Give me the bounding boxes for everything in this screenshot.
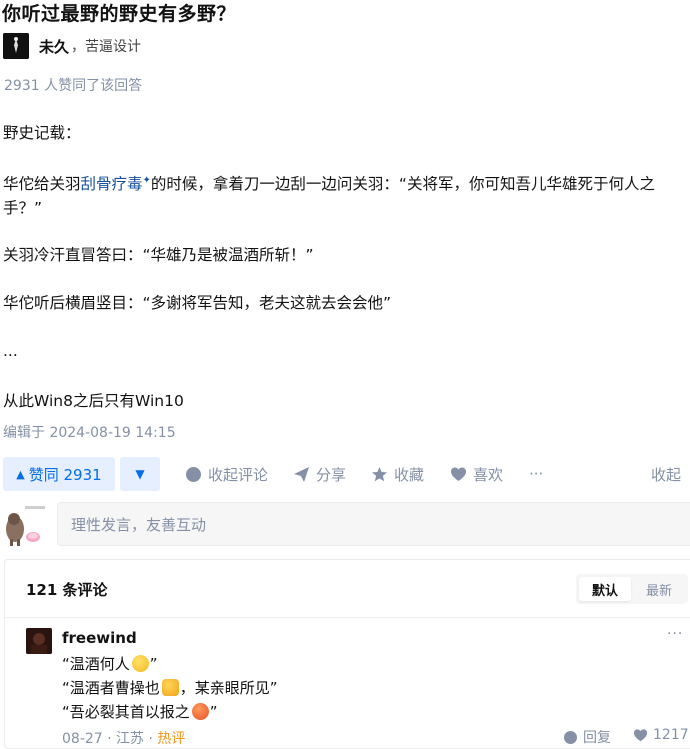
share-label: 分享 [316, 465, 347, 484]
comment-location: 江苏 [116, 731, 145, 747]
collapse-answer-button[interactable]: 收起 [651, 457, 681, 491]
comment-line-text: “温酒何人 [62, 655, 130, 673]
divider [5, 617, 690, 618]
hot-comment-badge: 热评 [157, 731, 186, 747]
downvote-arrow-icon: ▼ [135, 467, 145, 481]
more-actions-button[interactable]: ··· [529, 457, 543, 491]
question-title[interactable]: 你听过最野的野史有多野？ [2, 0, 236, 26]
comment-line-text: “温酒者曹操也 [62, 679, 160, 697]
downvote-button[interactable]: ▼ [120, 457, 160, 491]
comments-panel: 121 条评论 默认 最新 freewind ··· “温酒何人 ” “温酒者曹操… [4, 559, 690, 749]
comment-icon [186, 466, 201, 482]
author-bio: ，苦逼设计 [71, 39, 142, 55]
angry-emoji-icon [191, 703, 209, 720]
author-block: 未久 ，苦逼设计 [3, 33, 141, 59]
comment-line-text: “吾必裂其首以报之 [62, 703, 190, 721]
comment-line: “吾必裂其首以报之 ” [62, 700, 278, 724]
star-icon [372, 466, 387, 481]
upvote-button[interactable]: ▲ 赞同 2931 [3, 457, 115, 491]
heart-icon [451, 467, 466, 481]
reply-icon [564, 730, 577, 744]
upvote-label: 赞同 2931 [28, 465, 102, 484]
like-count: 1217 [653, 727, 689, 743]
thinking-emoji-icon [131, 655, 149, 672]
sort-default-tab[interactable]: 默认 [579, 577, 631, 601]
paragraph: 华佗给关羽刮骨疗毒✦的时候，拿着刀一边刮一边问关羽：“关将军，你可知吾儿华雄死于… [3, 169, 687, 220]
favorite-label: 收藏 [394, 465, 425, 484]
comment-author-name[interactable]: freewind [62, 629, 137, 647]
comments-count: 121 条评论 [26, 581, 108, 599]
author-avatar[interactable] [3, 33, 29, 59]
upvote-arrow-icon: ▲ [16, 467, 25, 481]
like-label: 喜欢 [473, 465, 504, 484]
author-name[interactable]: 未久 [39, 36, 69, 57]
keyword-link[interactable]: 刮骨疗毒✦ [81, 175, 151, 193]
comment-date: 08-27 [62, 731, 103, 747]
comment-line: “温酒何人 ” [62, 652, 278, 676]
comment-sort-toggle: 默认 最新 [576, 574, 688, 604]
comment-input[interactable]: 理性发言，友善互动 [57, 502, 690, 546]
paragraph-text: 华佗给关羽 [3, 175, 81, 194]
action-bar: ▲ 赞同 2931 ▼ 收起评论 分享 收藏 喜欢 ··· 收起 [3, 457, 690, 491]
comment-like-button[interactable]: 1217 [633, 727, 689, 743]
paragraph: 关羽冷汗直冒答曰：“华雄乃是被温酒所斩！” [3, 246, 314, 264]
collapse-comments-button[interactable]: 收起评论 [185, 457, 268, 491]
comment-line-text: ” [149, 655, 158, 673]
sort-newest-tab[interactable]: 最新 [633, 577, 685, 601]
comment-content: “温酒何人 ” “温酒者曹操也 ，某亲眼所见” “吾必裂其首以报之 ” [62, 652, 278, 724]
share-button[interactable]: 分享 [293, 457, 346, 491]
link-sparkle-icon: ✦ [142, 175, 151, 186]
favorite-button[interactable]: 收藏 [371, 457, 424, 491]
like-button[interactable]: 喜欢 [450, 457, 503, 491]
comment-author-avatar[interactable] [26, 628, 52, 654]
collapse-comments-label: 收起评论 [208, 465, 269, 484]
voters-count[interactable]: 2931 人赞同了该回答 [4, 75, 142, 95]
comment-line-text: ，某亲眼所见” [179, 679, 278, 697]
comment-line-text: ” [209, 703, 218, 721]
edited-timestamp[interactable]: 编辑于 2024-08-19 14:15 [3, 422, 176, 442]
paragraph: 从此Win8之后只有Win10 [3, 392, 184, 410]
like-icon [633, 728, 648, 741]
current-user-avatar [2, 503, 46, 547]
comment-line: “温酒者曹操也 ，某亲眼所见” [62, 676, 278, 700]
paragraph: ... [3, 342, 18, 360]
share-icon [294, 466, 309, 482]
comment-more-button[interactable]: ··· [667, 626, 683, 642]
cat-emoji-icon [161, 679, 179, 696]
keyword-link-text: 刮骨疗毒 [80, 175, 143, 194]
comment-meta: 08-27 · 江苏 · 热评 [62, 728, 185, 748]
reply-label: 回复 [583, 730, 611, 746]
comment-reply-button[interactable]: 回复 [563, 727, 611, 747]
meta-separator: · [107, 731, 117, 747]
paragraph: 野史记载： [3, 124, 81, 142]
paragraph: 华佗听后横眉竖目：“多谢将军告知，老夫这就去会会他” [3, 294, 392, 312]
